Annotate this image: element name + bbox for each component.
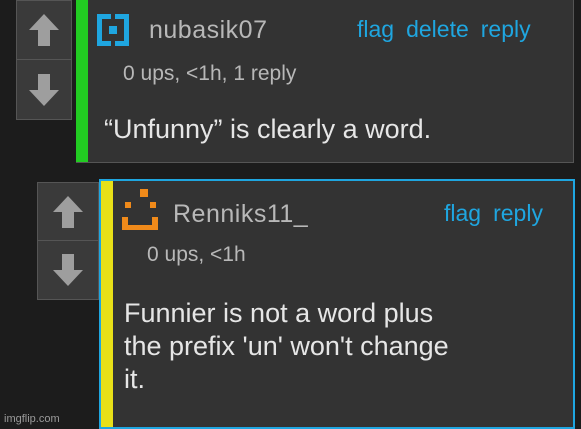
comment-meta: 0 ups, <1h <box>147 243 246 266</box>
username[interactable]: nubasik07 <box>149 16 267 45</box>
square-face-avatar-icon <box>97 13 129 47</box>
arrow-up-icon <box>53 195 83 228</box>
comment-2: Renniks11_ flag reply 0 ups, <1h Funnier… <box>99 179 575 429</box>
comment-actions: flag reply <box>444 200 543 227</box>
flag-link[interactable]: flag <box>444 200 481 227</box>
upvote-button[interactable] <box>38 183 98 241</box>
arrow-down-icon <box>53 254 83 286</box>
comment-depth-bar <box>101 181 113 427</box>
reply-link[interactable]: reply <box>481 16 531 43</box>
vote-box-2 <box>37 182 99 300</box>
watermark: imgflip.com <box>4 413 60 425</box>
downvote-button[interactable] <box>38 241 98 299</box>
username[interactable]: Renniks11_ <box>173 200 308 229</box>
comment-text: Funnier is not a word plus the prefix 'u… <box>124 297 569 396</box>
comment-text-line: it. <box>124 364 146 394</box>
vote-box-1 <box>16 0 72 120</box>
downvote-button[interactable] <box>17 60 71 119</box>
comment-actions: flag delete reply <box>357 16 531 43</box>
reply-link[interactable]: reply <box>493 200 543 227</box>
comment-1: nubasik07 flag delete reply 0 ups, <1h, … <box>76 0 574 163</box>
flag-link[interactable]: flag <box>357 16 394 43</box>
comment-text-line: Funnier is not a word plus <box>124 298 434 328</box>
upvote-button[interactable] <box>17 1 71 60</box>
comment-text: “Unfunny” is clearly a word. <box>104 114 432 144</box>
comment-meta: 0 ups, <1h, 1 reply <box>123 62 297 85</box>
arrow-up-icon <box>29 14 59 46</box>
smiley-face-avatar-icon <box>122 189 158 230</box>
comment-depth-bar <box>76 0 88 162</box>
comment-text-line: the prefix 'un' won't change <box>124 331 449 361</box>
delete-link[interactable]: delete <box>406 16 469 43</box>
arrow-down-icon <box>29 73 59 106</box>
